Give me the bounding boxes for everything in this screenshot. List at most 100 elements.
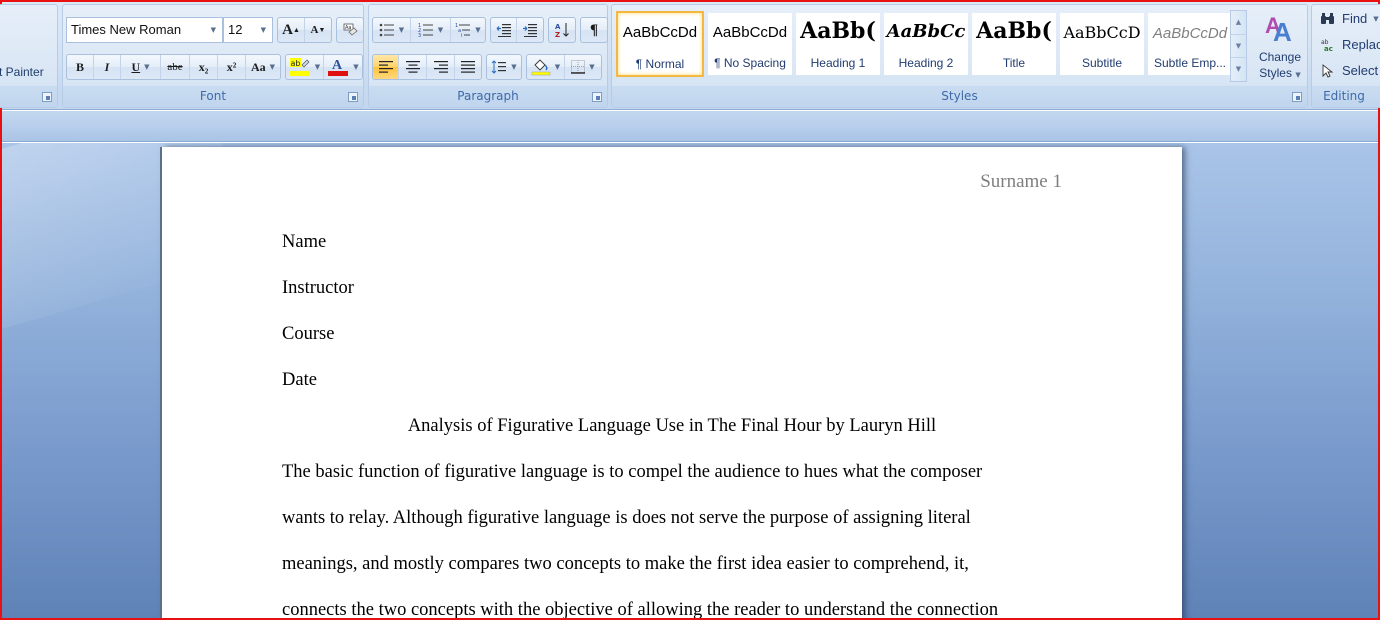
strikethrough-icon: abe <box>167 61 183 73</box>
sort-cluster: AZ <box>548 17 576 43</box>
line-spacing-cluster: ▼ <box>486 54 522 80</box>
find-button[interactable]: Find ▼ <box>1320 11 1379 26</box>
shading-button[interactable]: ▼ <box>527 55 565 79</box>
style-heading-1[interactable]: AaBb( Heading 1 <box>796 13 880 75</box>
change-styles-button[interactable]: A A Change Styles ▼ <box>1252 11 1308 83</box>
decrease-indent-button[interactable] <box>491 18 517 42</box>
style-name: ¶ Normal <box>635 57 685 71</box>
change-styles-label-1: Change <box>1258 50 1302 64</box>
font-color-button[interactable]: A ▼ <box>324 55 362 79</box>
justify-button[interactable] <box>455 55 481 79</box>
bold-button[interactable]: B <box>67 55 94 79</box>
bullets-button[interactable]: ▼ <box>373 18 411 42</box>
page-header[interactable]: Surname 1 <box>980 171 1062 193</box>
svg-text:A: A <box>1273 17 1292 45</box>
styles-group-label: Styles <box>612 85 1307 107</box>
select-button[interactable]: Select <box>1320 63 1378 78</box>
numbering-button[interactable]: 123 ▼ <box>411 18 451 42</box>
gallery-scroll-down-button[interactable]: ▼ <box>1231 35 1246 59</box>
replace-button[interactable]: ab ac Replac <box>1320 37 1380 52</box>
line-spacing-icon <box>491 60 507 74</box>
replace-label: Replac <box>1342 37 1380 52</box>
italic-icon: I <box>104 59 110 74</box>
underline-icon: U <box>131 59 141 74</box>
font-size-combo[interactable]: 12 ▼ <box>223 17 273 43</box>
show-hide-marks-button[interactable]: ¶ <box>581 18 607 42</box>
line-spacing-button[interactable]: ▼ <box>487 55 521 79</box>
gallery-more-button[interactable]: ▼ <box>1231 58 1246 81</box>
italic-button[interactable]: I <box>94 55 121 79</box>
align-left-button[interactable] <box>373 55 399 79</box>
superscript-icon: x² <box>226 59 237 74</box>
change-case-button[interactable]: Aa ▼ <box>246 55 280 79</box>
document-workspace: Surname 1 Name Instructor Course Date An… <box>2 143 1378 618</box>
align-right-icon <box>433 61 448 73</box>
increase-indent-icon <box>523 24 537 37</box>
font-name-combo[interactable]: Times New Roman ▼ <box>66 17 223 43</box>
borders-button[interactable]: ▼ <box>565 55 601 79</box>
highlight-color-button[interactable]: ab ▼ <box>286 55 324 79</box>
svg-text:A: A <box>332 58 343 73</box>
underline-button[interactable]: U ▼ <box>121 55 161 79</box>
strikethrough-button[interactable]: abe <box>161 55 190 79</box>
font-dialog-launcher[interactable] <box>348 92 358 102</box>
paragraph-dialog-launcher[interactable] <box>592 92 602 102</box>
style-title[interactable]: AaBb( Title <box>972 13 1056 75</box>
justify-icon <box>461 61 475 73</box>
chevron-down-icon: ▼ <box>398 26 405 34</box>
styles-group: AaBbCcDd ¶ Normal AaBbCcDd ¶ No Spacing … <box>611 4 1308 108</box>
document-page[interactable]: Surname 1 Name Instructor Course Date An… <box>162 147 1182 618</box>
body-line[interactable]: connects the two concepts with the objec… <box>282 600 998 618</box>
multilevel-list-icon: 1ai <box>455 23 471 37</box>
grow-font-icon: A <box>282 21 293 38</box>
body-line[interactable]: meanings, and mostly compares two concep… <box>282 554 969 575</box>
instructor-line[interactable]: Instructor <box>282 278 354 299</box>
style-name: Subtle Emp... <box>1153 56 1227 70</box>
ribbon: t Painter Times New Roman ▼ 12 ▼ A▲ A▼ <box>0 2 1380 110</box>
chevron-down-icon: ▼ <box>475 26 481 34</box>
styles-dialog-launcher[interactable] <box>1292 92 1302 102</box>
style-sample: AaBbCcDd <box>622 24 698 41</box>
select-label: Select <box>1342 63 1379 78</box>
multilevel-list-button[interactable]: 1ai ▼ <box>451 18 485 42</box>
svg-text:Aa: Aa <box>345 25 351 31</box>
chevron-down-icon: ▼ <box>554 63 561 71</box>
style-heading-2[interactable]: AaBbCc Heading 2 <box>884 13 968 75</box>
clipboard-dialog-launcher[interactable] <box>42 92 52 102</box>
clear-format-cluster: Aa <box>336 17 364 43</box>
align-center-button[interactable] <box>399 55 427 79</box>
bold-icon: B <box>75 59 84 74</box>
style-subtitle[interactable]: AaBbCcD Subtitle <box>1060 13 1144 75</box>
course-line[interactable]: Course <box>282 324 334 345</box>
shrink-font-button[interactable]: A ▼ <box>305 18 331 42</box>
change-styles-icon: A A <box>1265 13 1292 47</box>
chevron-down-icon: ▼ <box>1295 71 1301 79</box>
superscript-button[interactable]: x² <box>218 55 246 79</box>
style-subtle-emphasis[interactable]: AaBbCcDd Subtle Emp... <box>1148 13 1232 75</box>
subscript-button[interactable]: x₂ <box>190 55 218 79</box>
gallery-scroll-up-button[interactable]: ▲ <box>1231 11 1246 35</box>
body-line[interactable]: The basic function of figurative languag… <box>282 462 982 483</box>
align-center-icon <box>405 61 420 73</box>
style-name: Title <box>1002 56 1026 70</box>
align-left-icon <box>378 61 393 73</box>
svg-text:ac: ac <box>1324 45 1333 52</box>
align-right-button[interactable] <box>427 55 455 79</box>
grow-font-button[interactable]: A ▲ <box>278 18 305 42</box>
style-sample: AaBb( <box>800 18 876 44</box>
format-painter-button[interactable]: t Painter <box>0 65 44 79</box>
increase-indent-button[interactable] <box>517 18 543 42</box>
cursor-arrow-icon <box>1322 63 1334 78</box>
document-title[interactable]: Analysis of Figurative Language Use in T… <box>282 416 1062 437</box>
svg-text:i: i <box>461 33 462 37</box>
date-line[interactable]: Date <box>282 370 317 391</box>
body-line[interactable]: wants to relay. Although figurative lang… <box>282 508 971 529</box>
style-no-spacing[interactable]: AaBbCcDd ¶ No Spacing <box>708 13 792 75</box>
change-case-icon: Aa <box>250 59 266 74</box>
sort-button[interactable]: AZ <box>549 18 575 42</box>
name-line[interactable]: Name <box>282 232 326 253</box>
clear-formatting-button[interactable]: Aa <box>337 18 363 42</box>
style-normal[interactable]: AaBbCcDd ¶ Normal <box>616 11 704 77</box>
quick-styles-gallery: AaBbCcDd ¶ Normal AaBbCcDd ¶ No Spacing … <box>616 11 1236 79</box>
svg-text:3: 3 <box>418 33 421 37</box>
